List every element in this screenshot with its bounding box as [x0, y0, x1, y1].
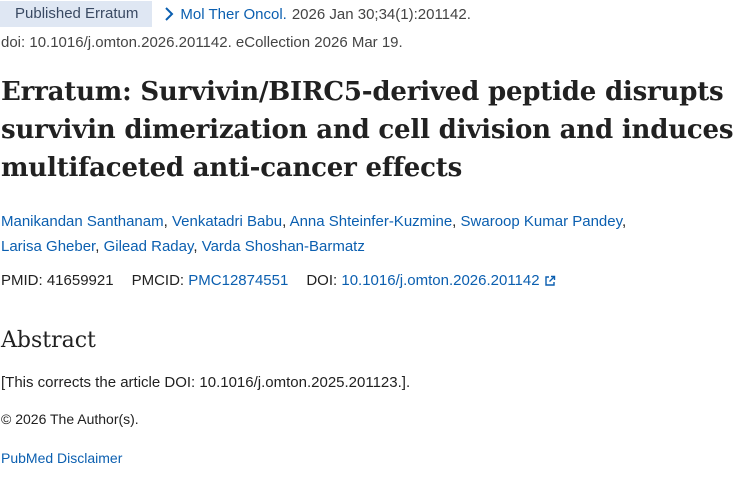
- author-link[interactable]: Venkatadri Babu: [172, 213, 282, 230]
- pmid-value: 41659921: [46, 272, 114, 289]
- pmcid-label: PMCID:: [131, 272, 185, 289]
- abstract-heading: Abstract: [1, 328, 96, 353]
- author-separator: ,: [163, 213, 172, 230]
- author-link[interactable]: Varda Shoshan-Barmatz: [202, 238, 365, 255]
- doi-label: DOI:: [306, 272, 338, 289]
- author-separator: ,: [282, 213, 290, 230]
- author-link[interactable]: Manikandan Santhanam: [1, 213, 164, 230]
- author-separator: ,: [452, 213, 461, 230]
- author-link[interactable]: Anna Shteinfer-Kuzmine: [290, 213, 453, 230]
- citation-details: 2026 Jan 30;34(1):201142.: [291, 5, 471, 23]
- article-title: Erratum: Survivin/BIRC5-derived peptide …: [1, 77, 734, 183]
- external-link-icon[interactable]: [544, 275, 556, 287]
- publication-type-badge[interactable]: Published Erratum: [0, 1, 153, 27]
- abstract-text: [This corrects the article DOI: 10.1016/…: [1, 374, 411, 391]
- copyright-notice: © 2026 The Author(s).: [1, 411, 139, 427]
- pmid-label: PMID:: [1, 272, 43, 289]
- pmcid-link[interactable]: PMC12874551: [188, 272, 288, 289]
- identifiers: PMID: 41659921 PMCID: PMC12874551 DOI: 1…: [1, 272, 556, 289]
- author-link[interactable]: Gilead Raday: [104, 238, 194, 255]
- author-separator: ,: [193, 238, 202, 255]
- author-link[interactable]: Larisa Gheber: [1, 238, 95, 255]
- doi-link[interactable]: 10.1016/j.omton.2026.201142: [341, 272, 539, 289]
- author-separator: ,: [95, 238, 104, 255]
- doi-line: doi: 10.1016/j.omton.2026.201142. eColle…: [1, 34, 403, 51]
- citation-bar: Published Erratum Mol Ther Oncol. 2026 J…: [0, 1, 471, 27]
- author-link[interactable]: Swaroop Kumar Pandey: [461, 213, 622, 230]
- author-separator: ,: [622, 213, 627, 230]
- chevron-right-icon: [164, 7, 174, 21]
- pubmed-disclaimer-link[interactable]: PubMed Disclaimer: [1, 450, 122, 466]
- author-list: Manikandan Santhanam, Venkatadri Babu, A…: [1, 209, 741, 259]
- journal-link[interactable]: Mol Ther Oncol.: [180, 6, 286, 23]
